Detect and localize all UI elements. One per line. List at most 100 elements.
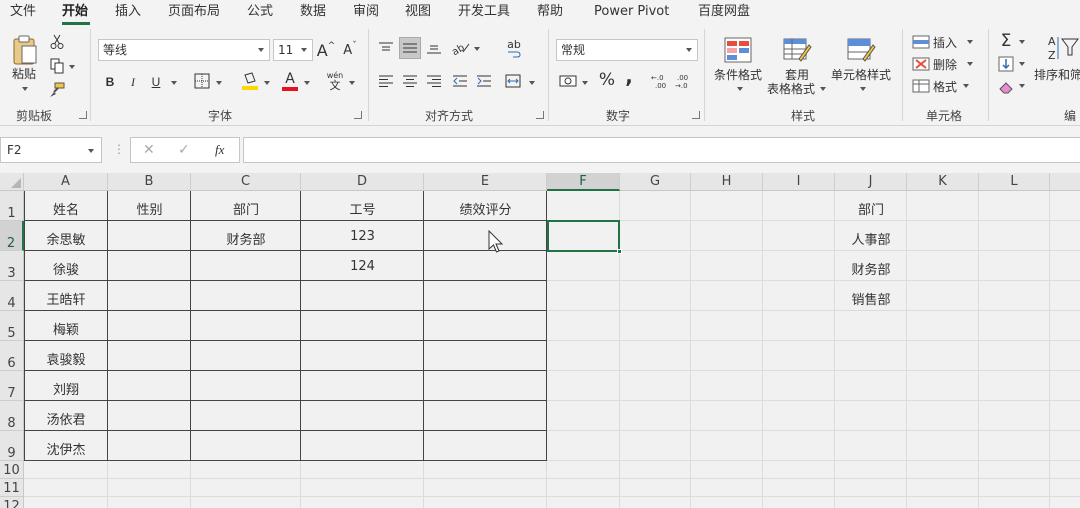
font-name-combo[interactable]: 等线	[98, 39, 270, 61]
cell-a7[interactable]: 刘翔	[24, 379, 108, 398]
format-as-table-button[interactable]	[782, 35, 814, 65]
active-cell-f2[interactable]	[547, 220, 620, 252]
bold-button[interactable]: B	[102, 72, 118, 92]
column-header-k[interactable]: K	[907, 173, 979, 191]
cell-j2[interactable]: 人事部	[835, 229, 907, 248]
comma-style-button[interactable]: ,	[621, 64, 637, 88]
row-header-5[interactable]: 5	[0, 311, 24, 341]
cell-a5[interactable]: 梅颖	[24, 319, 108, 338]
cell-c1[interactable]: 部门	[191, 199, 301, 218]
paste-dropdown-caret[interactable]	[22, 87, 28, 91]
select-all-button[interactable]	[0, 173, 24, 191]
cell-c2[interactable]: 财务部	[191, 229, 301, 248]
fill-button[interactable]	[996, 54, 1016, 74]
column-header-l[interactable]: L	[979, 173, 1050, 191]
cell-b1[interactable]: 性别	[108, 199, 191, 218]
tab-page-layout[interactable]: 页面布局	[168, 4, 220, 20]
fill-caret[interactable]	[1019, 62, 1025, 66]
sort-filter-button[interactable]: AZ	[1046, 33, 1080, 63]
format-painter-button[interactable]	[48, 81, 66, 99]
cut-button[interactable]	[48, 33, 66, 51]
row-header-11[interactable]: 11	[0, 479, 24, 497]
row-header-7[interactable]: 7	[0, 371, 24, 401]
borders-button[interactable]	[192, 71, 212, 91]
underline-dropdown-caret[interactable]	[171, 81, 177, 85]
row-header-12[interactable]: 12	[0, 497, 24, 508]
cell-a3[interactable]: 徐骏	[24, 259, 108, 278]
copy-button[interactable]	[48, 57, 66, 75]
align-center-button[interactable]	[400, 71, 420, 91]
tab-help[interactable]: 帮助	[537, 4, 563, 20]
name-box[interactable]: F2	[0, 137, 102, 163]
align-middle-button[interactable]	[399, 37, 421, 59]
cell-a6[interactable]: 袁骏毅	[24, 349, 108, 368]
format-cells-caret[interactable]	[963, 84, 969, 88]
column-header-h[interactable]: H	[691, 173, 763, 191]
accounting-format-button[interactable]	[558, 71, 578, 91]
orientation-button[interactable]: ab	[450, 37, 472, 59]
clear-button[interactable]	[996, 77, 1016, 97]
insert-function-button[interactable]: fx	[215, 142, 224, 158]
clipboard-dialog-launcher[interactable]	[79, 111, 87, 119]
alignment-dialog-launcher[interactable]	[536, 111, 544, 119]
font-dialog-launcher[interactable]	[354, 111, 362, 119]
cell-styles-button[interactable]	[846, 35, 878, 65]
row-header-9[interactable]: 9	[0, 431, 24, 461]
number-format-combo[interactable]: 常规	[556, 39, 698, 61]
fill-color-dropdown-caret[interactable]	[264, 81, 270, 85]
cell-d2[interactable]: 123	[301, 229, 424, 244]
tab-power-pivot[interactable]: Power Pivot	[594, 4, 669, 20]
column-header-a[interactable]: A	[24, 173, 108, 191]
delete-cells-caret[interactable]	[967, 62, 973, 66]
fill-color-button[interactable]	[240, 70, 260, 92]
tab-developer[interactable]: 开发工具	[458, 4, 510, 20]
font-color-button[interactable]: A	[280, 70, 300, 92]
column-header-c[interactable]: C	[191, 173, 301, 191]
phonetic-guide-button[interactable]: wén 文	[325, 69, 345, 93]
cell-a1[interactable]: 姓名	[24, 199, 108, 218]
align-left-button[interactable]	[376, 71, 396, 91]
tab-home[interactable]: 开始	[62, 4, 88, 20]
cell-a8[interactable]: 汤依君	[24, 409, 108, 428]
merge-dropdown-caret[interactable]	[529, 81, 535, 85]
decrease-decimal-button[interactable]: .00 →.0	[674, 71, 696, 91]
column-header-i[interactable]: I	[763, 173, 835, 191]
tab-insert[interactable]: 插入	[115, 4, 141, 20]
column-header-f[interactable]: F	[547, 173, 620, 191]
tab-view[interactable]: 视图	[405, 4, 431, 20]
cell-j3[interactable]: 财务部	[835, 259, 907, 278]
row-header-10[interactable]: 10	[0, 461, 24, 479]
font-color-dropdown-caret[interactable]	[304, 81, 310, 85]
formula-input[interactable]	[243, 137, 1080, 163]
cell-j1[interactable]: 部门	[835, 199, 907, 218]
wrap-text-button[interactable]: ab	[502, 37, 526, 59]
paste-button[interactable]	[8, 33, 42, 67]
cell-e1[interactable]: 绩效评分	[424, 199, 547, 218]
conditional-formatting-button[interactable]	[722, 35, 754, 65]
cell-j4[interactable]: 销售部	[835, 289, 907, 308]
tab-data[interactable]: 数据	[300, 4, 326, 20]
autosum-button[interactable]: Σ	[996, 31, 1016, 51]
tab-file[interactable]: 文件	[10, 4, 36, 20]
increase-indent-button[interactable]	[474, 71, 494, 91]
column-header-j[interactable]: J	[835, 173, 907, 191]
column-header-b[interactable]: B	[108, 173, 191, 191]
column-header-d[interactable]: D	[301, 173, 424, 191]
row-header-1[interactable]: 1	[0, 191, 24, 221]
orientation-dropdown-caret[interactable]	[474, 47, 480, 51]
cell-a2[interactable]: 余思敏	[24, 229, 108, 248]
cell-d1[interactable]: 工号	[301, 199, 424, 218]
row-header-8[interactable]: 8	[0, 401, 24, 431]
increase-decimal-button[interactable]: ←.0.00	[650, 71, 672, 91]
conditional-formatting-caret[interactable]	[737, 87, 743, 91]
fill-handle[interactable]	[617, 249, 622, 254]
number-dialog-launcher[interactable]	[692, 111, 700, 119]
phonetic-dropdown-caret[interactable]	[349, 81, 355, 85]
column-header-g[interactable]: G	[620, 173, 691, 191]
shrink-font-button[interactable]: Aˇ	[340, 39, 360, 61]
cancel-icon[interactable]: ✕	[143, 142, 155, 158]
borders-dropdown-caret[interactable]	[216, 81, 222, 85]
tab-review[interactable]: 审阅	[353, 4, 379, 20]
row-header-6[interactable]: 6	[0, 341, 24, 371]
insert-cells-caret[interactable]	[967, 40, 973, 44]
